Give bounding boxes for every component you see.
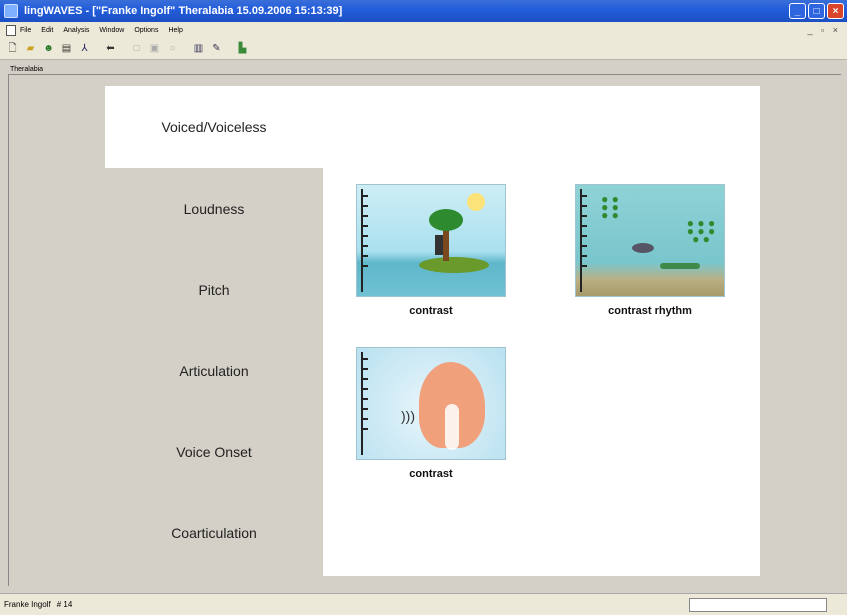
nav-item-label: Coarticulation [171, 525, 257, 541]
status-field [689, 598, 827, 612]
close-button[interactable]: × [827, 3, 844, 19]
level-meter-icon [361, 189, 377, 292]
title-bar: lingWAVES - ["Franke Ingolf" Theralabia … [0, 0, 847, 22]
record-icon[interactable]: ▣ [148, 42, 161, 55]
nav-item-label: Articulation [179, 363, 249, 379]
print-icon[interactable]: ▤ [60, 42, 73, 55]
window-controls: _ □ × [789, 3, 844, 19]
island-scene-image [356, 184, 506, 297]
exercise-contrast-2[interactable]: ))) contrast [356, 347, 506, 480]
nav-item-label: Voiced/Voiceless [161, 119, 267, 135]
document-label: Theralabia [10, 66, 44, 73]
head-profile-image: ))) [356, 347, 506, 460]
chart-icon[interactable]: ▥ [192, 42, 205, 55]
new-icon[interactable]: 🗋 [6, 42, 19, 55]
menu-file[interactable]: File [20, 27, 31, 34]
level-meter-icon [361, 352, 377, 455]
nav-item-voiced-voiceless[interactable]: Voiced/Voiceless [105, 86, 323, 168]
app-icon [4, 4, 18, 18]
square-icon[interactable]: □ [130, 42, 143, 55]
menu-window[interactable]: Window [99, 27, 124, 34]
category-nav: Voiced/Voiceless Loudness Pitch Articula… [105, 86, 323, 576]
mdi-controls[interactable]: _ ▫ × [808, 25, 841, 35]
exercise-label: contrast [409, 468, 453, 480]
nav-item-loudness[interactable]: Loudness [105, 168, 323, 250]
underwater-scene-image: ● ● ● ● ● ● ● ● ● ● ● ● ● ● [575, 184, 725, 297]
back-arrow-icon[interactable]: ⬅ [104, 42, 117, 55]
document-icon[interactable] [6, 24, 16, 36]
exercise-contrast-1[interactable]: contrast [356, 184, 506, 317]
circle-icon[interactable]: ○ [166, 42, 179, 55]
menu-edit[interactable]: Edit [41, 27, 53, 34]
nav-item-coarticulation[interactable]: Coarticulation [105, 492, 323, 574]
exercise-label: contrast rhythm [608, 305, 692, 317]
exercise-label: contrast [409, 305, 453, 317]
menu-help[interactable]: Help [168, 27, 182, 34]
menu-options[interactable]: Options [134, 27, 158, 34]
nav-item-label: Voice Onset [176, 444, 252, 460]
status-count: # 14 [56, 600, 73, 609]
status-user: Franke Ingolf [4, 600, 51, 609]
window-title: lingWAVES - ["Franke Ingolf" Theralabia … [24, 5, 343, 17]
tool-icon[interactable]: ⅄ [78, 42, 91, 55]
bars-icon[interactable]: ▙ [236, 42, 249, 55]
level-meter-icon [580, 189, 596, 292]
exercise-contrast-rhythm[interactable]: ● ● ● ● ● ● ● ● ● ● ● ● ● ● contrast rhythm [575, 184, 725, 317]
status-bar: Franke Ingolf # 14 [0, 593, 847, 615]
nav-item-label: Pitch [198, 282, 230, 298]
toolbar: 🗋 ▰ ☻ ▤ ⅄ ⬅ □ ▣ ○ ▥ ✎ ▙ [0, 38, 847, 60]
nav-item-voice-onset[interactable]: Voice Onset [105, 411, 323, 493]
nav-item-pitch[interactable]: Pitch [105, 249, 323, 331]
maximize-button[interactable]: □ [808, 3, 825, 19]
nav-item-articulation[interactable]: Articulation [105, 330, 323, 412]
edit-icon[interactable]: ✎ [210, 42, 223, 55]
menu-analysis[interactable]: Analysis [63, 27, 89, 34]
menu-bar: File Edit Analysis Window Options Help _… [0, 22, 847, 38]
open-icon[interactable]: ▰ [24, 42, 37, 55]
user-icon[interactable]: ☻ [42, 42, 55, 55]
minimize-button[interactable]: _ [789, 3, 806, 19]
exercise-panel: contrast ● ● ● ● ● ● ● ● ● ● ● ● ● ● contras… [323, 167, 760, 576]
nav-item-label: Loudness [183, 201, 245, 217]
